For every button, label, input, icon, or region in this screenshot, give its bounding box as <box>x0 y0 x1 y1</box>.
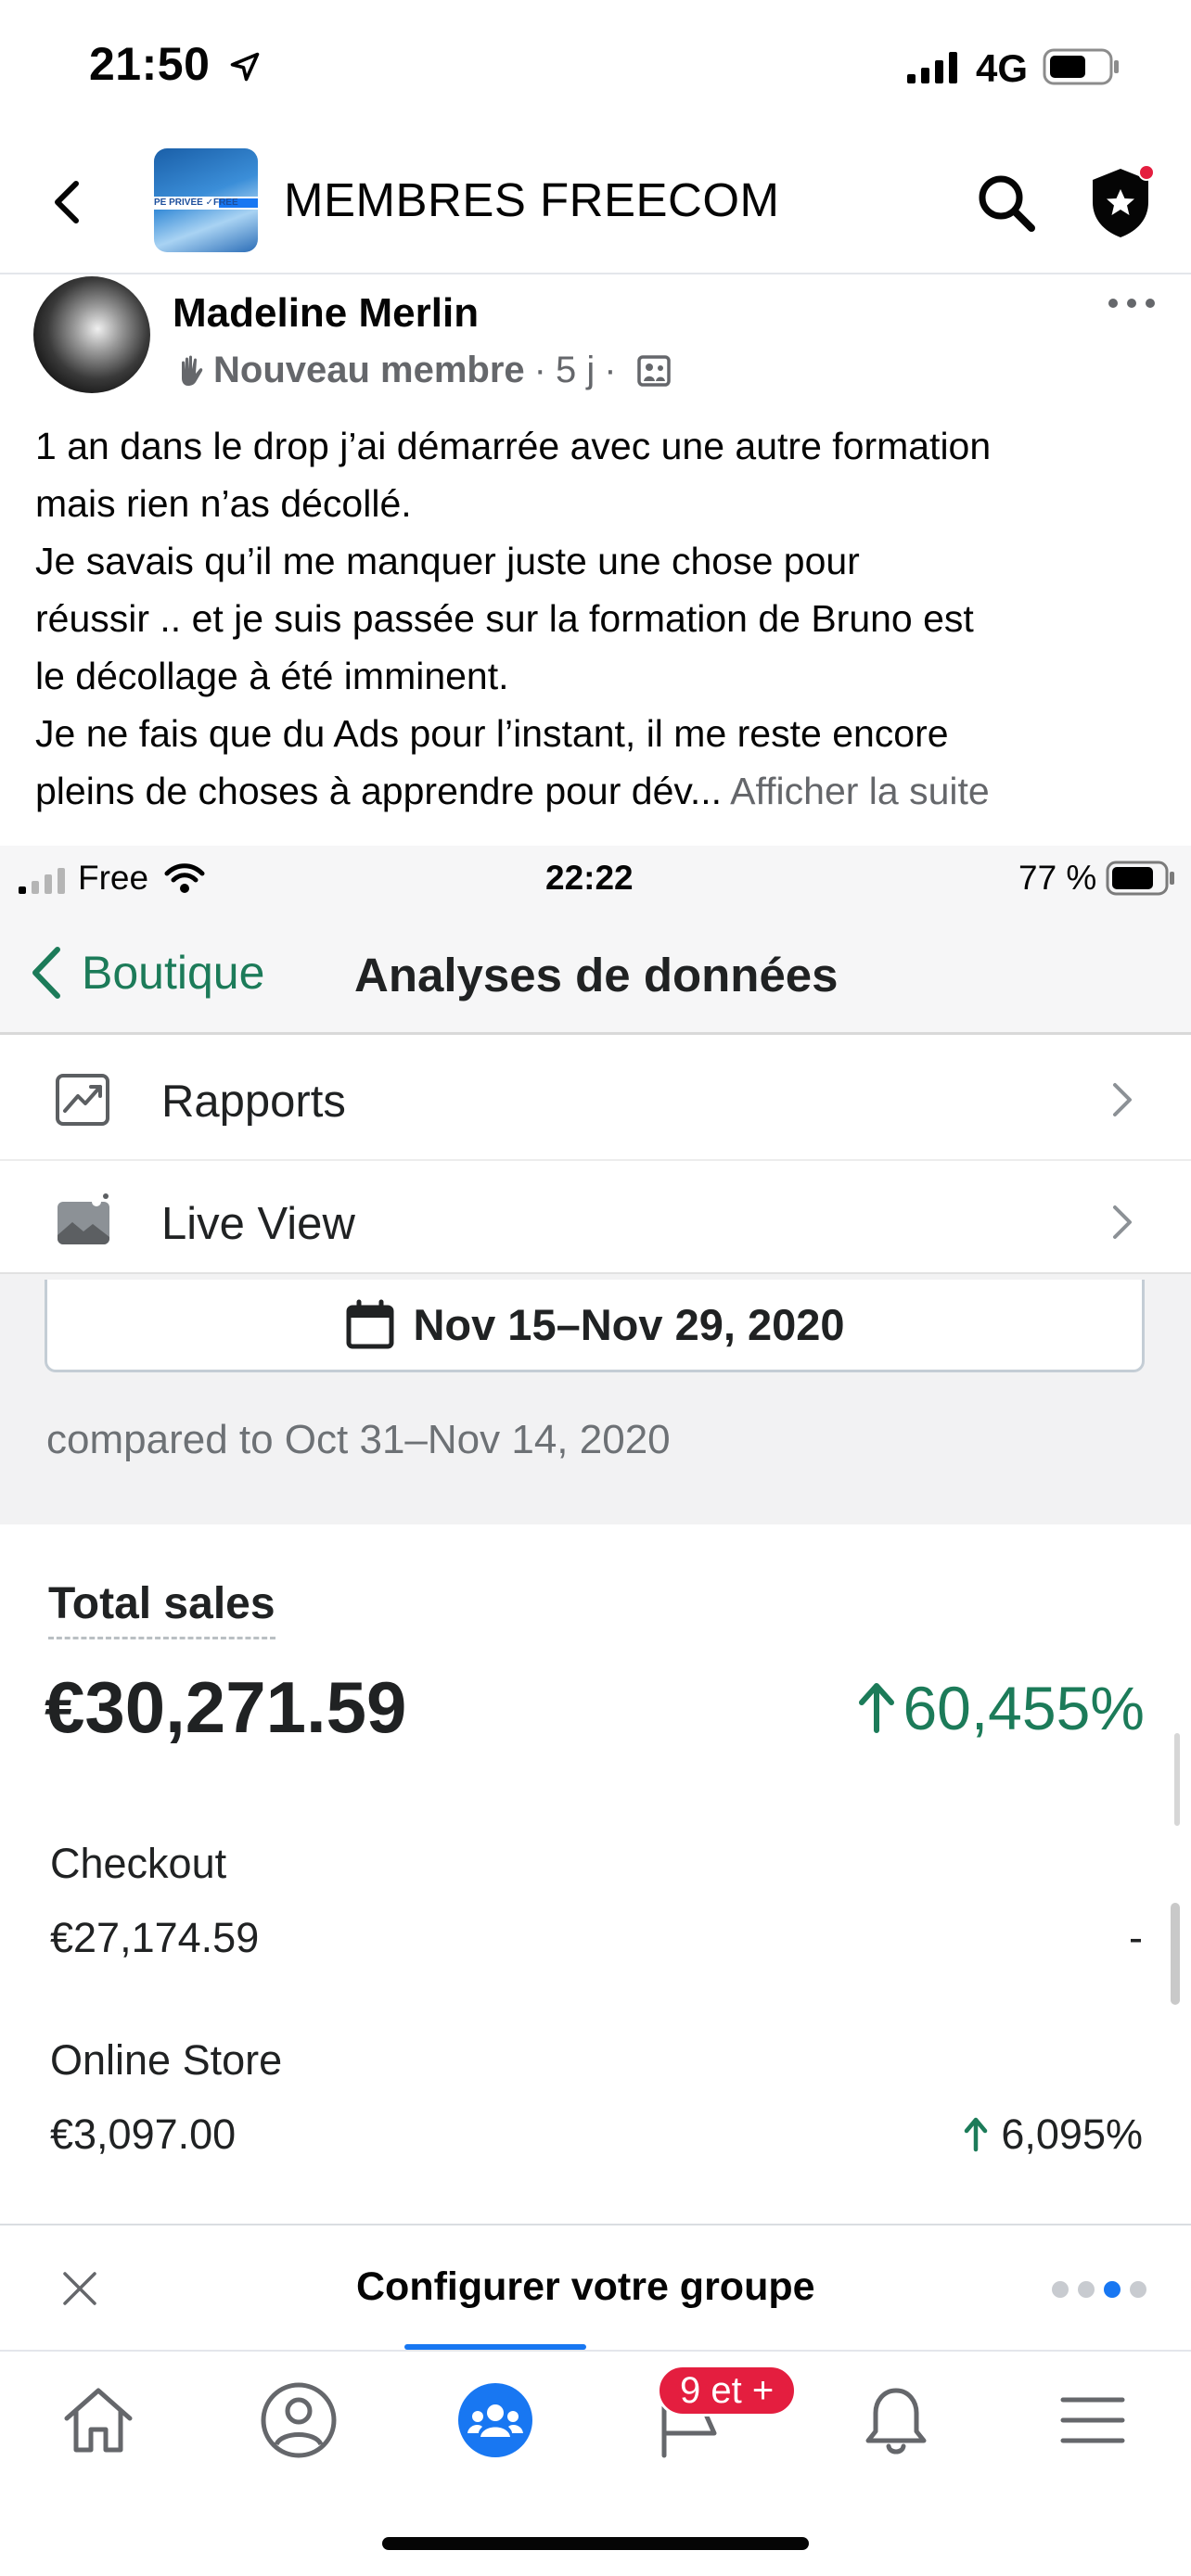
arrow-up-icon <box>859 1683 895 1733</box>
home-icon <box>64 2388 133 2453</box>
chevron-right-icon <box>1113 1205 1132 1239</box>
cellular-signal-icon <box>907 52 957 83</box>
total-sales-value: €30,271.59 <box>45 1666 407 1748</box>
group-avatar-text: PE PRIVÉE ✓FREE <box>154 198 238 208</box>
group-header: PE PRIVÉE ✓FREE MEMBRES FREECOM <box>0 130 1191 274</box>
configure-group-title[interactable]: Configurer votre groupe <box>356 2264 815 2310</box>
tab-home[interactable] <box>58 2379 139 2461</box>
screen-title: Analyses de données <box>354 949 839 1001</box>
cellular-signal-icon <box>19 868 65 894</box>
carrier-name: Free <box>78 859 149 897</box>
chevron-left-icon <box>32 947 60 999</box>
back-to-boutique-button: Boutique <box>28 942 264 1003</box>
group-photo-icon <box>636 355 671 387</box>
pager-dot-active <box>1104 2281 1121 2298</box>
active-tab-indicator <box>404 2344 586 2350</box>
menu-row-reports: Rapports <box>0 1039 1191 1161</box>
total-sales-title: Total sales <box>48 1578 275 1639</box>
groups-icon <box>458 2383 532 2457</box>
reports-icon <box>56 1074 109 1126</box>
post-line-last: pleins de choses à apprendre pour dév...… <box>35 762 1167 820</box>
see-more-link[interactable]: Afficher la suite <box>730 770 990 812</box>
live-view-icon <box>58 1193 109 1244</box>
close-icon[interactable] <box>59 2268 100 2309</box>
tab-notifications[interactable] <box>855 2379 937 2461</box>
post-line: pleins de choses à apprendre pour dév... <box>35 770 723 812</box>
post-line: 1 an dans le drop j’ai démarrée avec une… <box>35 425 992 467</box>
meta-separator: · <box>604 349 617 390</box>
tab-groups[interactable] <box>455 2379 536 2461</box>
channel-change: 6,095% <box>962 2111 1143 2159</box>
menu-label: Rapports <box>161 1077 346 1127</box>
back-label: Boutique <box>82 947 265 999</box>
screenshot-time: 22:22 <box>545 859 634 897</box>
channel-change: - <box>1129 1914 1143 1961</box>
menu-row-live-view: Live View <box>0 1161 1191 1283</box>
notification-badge: 9 et + <box>657 2365 798 2417</box>
tab-profile[interactable] <box>258 2379 339 2461</box>
post-line: le décollage à été imminent. <box>35 655 509 697</box>
scroll-indicator <box>1174 1733 1180 1826</box>
post-body: 1 an dans le drop j’ai démarrée avec une… <box>35 417 1167 820</box>
status-bar: 21:50 4G <box>0 0 1191 130</box>
home-indicator[interactable] <box>382 2537 809 2550</box>
member-badge: Nouveau membre <box>213 349 525 390</box>
channel-value: €3,097.00 <box>50 2111 237 2158</box>
meta-separator: · <box>533 349 546 390</box>
date-range-label: Nov 15–Nov 29, 2020 <box>413 1300 845 1349</box>
screenshot-nav-bar: Boutique Analyses de données <box>0 911 1191 1035</box>
menu-label: Live View <box>161 1199 355 1249</box>
chevron-right-icon <box>1113 1083 1132 1116</box>
total-sales-change: 60,455% <box>856 1673 1145 1743</box>
post-line: réussir .. et je suis passée sur la form… <box>35 597 974 640</box>
battery-icon <box>1106 861 1174 896</box>
arrow-up-icon <box>965 2117 988 2152</box>
post-line: mais rien n’as décollé. <box>35 482 412 525</box>
pager-dot <box>1078 2281 1095 2298</box>
hamburger-menu-icon <box>1060 2397 1125 2443</box>
tab-menu[interactable] <box>1052 2379 1133 2461</box>
pager-dot <box>1130 2281 1146 2298</box>
group-title[interactable]: MEMBRES FREECOM <box>284 172 780 227</box>
author-avatar[interactable] <box>33 276 150 393</box>
admin-shield-icon[interactable] <box>1087 163 1158 239</box>
profile-icon <box>261 2382 337 2458</box>
date-filter-section: Nov 15–Nov 29, 2020 compared to Oct 31–N… <box>0 1272 1191 1826</box>
channel-label: Checkout <box>50 1840 227 1887</box>
configure-group-banner[interactable]: Configurer votre groupe <box>0 2224 1191 2350</box>
search-icon[interactable] <box>974 171 1039 236</box>
battery-icon <box>1043 48 1119 85</box>
status-time: 21:50 <box>89 38 211 90</box>
pager-dot <box>1052 2281 1069 2298</box>
pager-dots <box>1052 2281 1156 2298</box>
channel-change-value: 6,095% <box>1001 2111 1143 2158</box>
scroll-indicator <box>1171 1903 1180 2005</box>
attached-screenshot[interactable]: Free 22:22 77 % Boutique Analyses de don… <box>0 846 1191 2222</box>
more-options-icon[interactable] <box>1104 289 1159 317</box>
back-arrow-icon[interactable] <box>41 174 96 230</box>
post-meta: Nouveau membre · 5 j · <box>173 347 672 393</box>
post-age[interactable]: 5 j <box>556 350 595 391</box>
bottom-tab-bar: 9 et + <box>0 2344 1191 2498</box>
post-line: Je ne fais que du Ads pour l’instant, il… <box>35 712 949 755</box>
channel-label: Online Store <box>50 2036 283 2084</box>
battery-percentage: 77 % <box>1018 859 1097 897</box>
calendar-icon <box>346 1299 394 1348</box>
group-avatar[interactable]: PE PRIVÉE ✓FREE <box>154 148 258 252</box>
network-type: 4G <box>976 46 1029 90</box>
wifi-icon <box>164 863 205 893</box>
channel-value: €27,174.59 <box>50 1914 260 1961</box>
screenshot-status-bar: Free 22:22 77 % <box>0 846 1191 911</box>
bell-icon <box>865 2388 927 2455</box>
waving-hand-icon <box>182 355 203 386</box>
date-range-button: Nov 15–Nov 29, 2020 <box>45 1280 1145 1372</box>
post-line: Je savais qu’il me manquer juste une cho… <box>35 540 860 582</box>
location-arrow-icon <box>230 52 260 82</box>
comparison-period: compared to Oct 31–Nov 14, 2020 <box>46 1417 671 1462</box>
total-sales-change-value: 60,455% <box>903 1674 1145 1742</box>
author-name[interactable]: Madeline Merlin <box>173 290 479 337</box>
